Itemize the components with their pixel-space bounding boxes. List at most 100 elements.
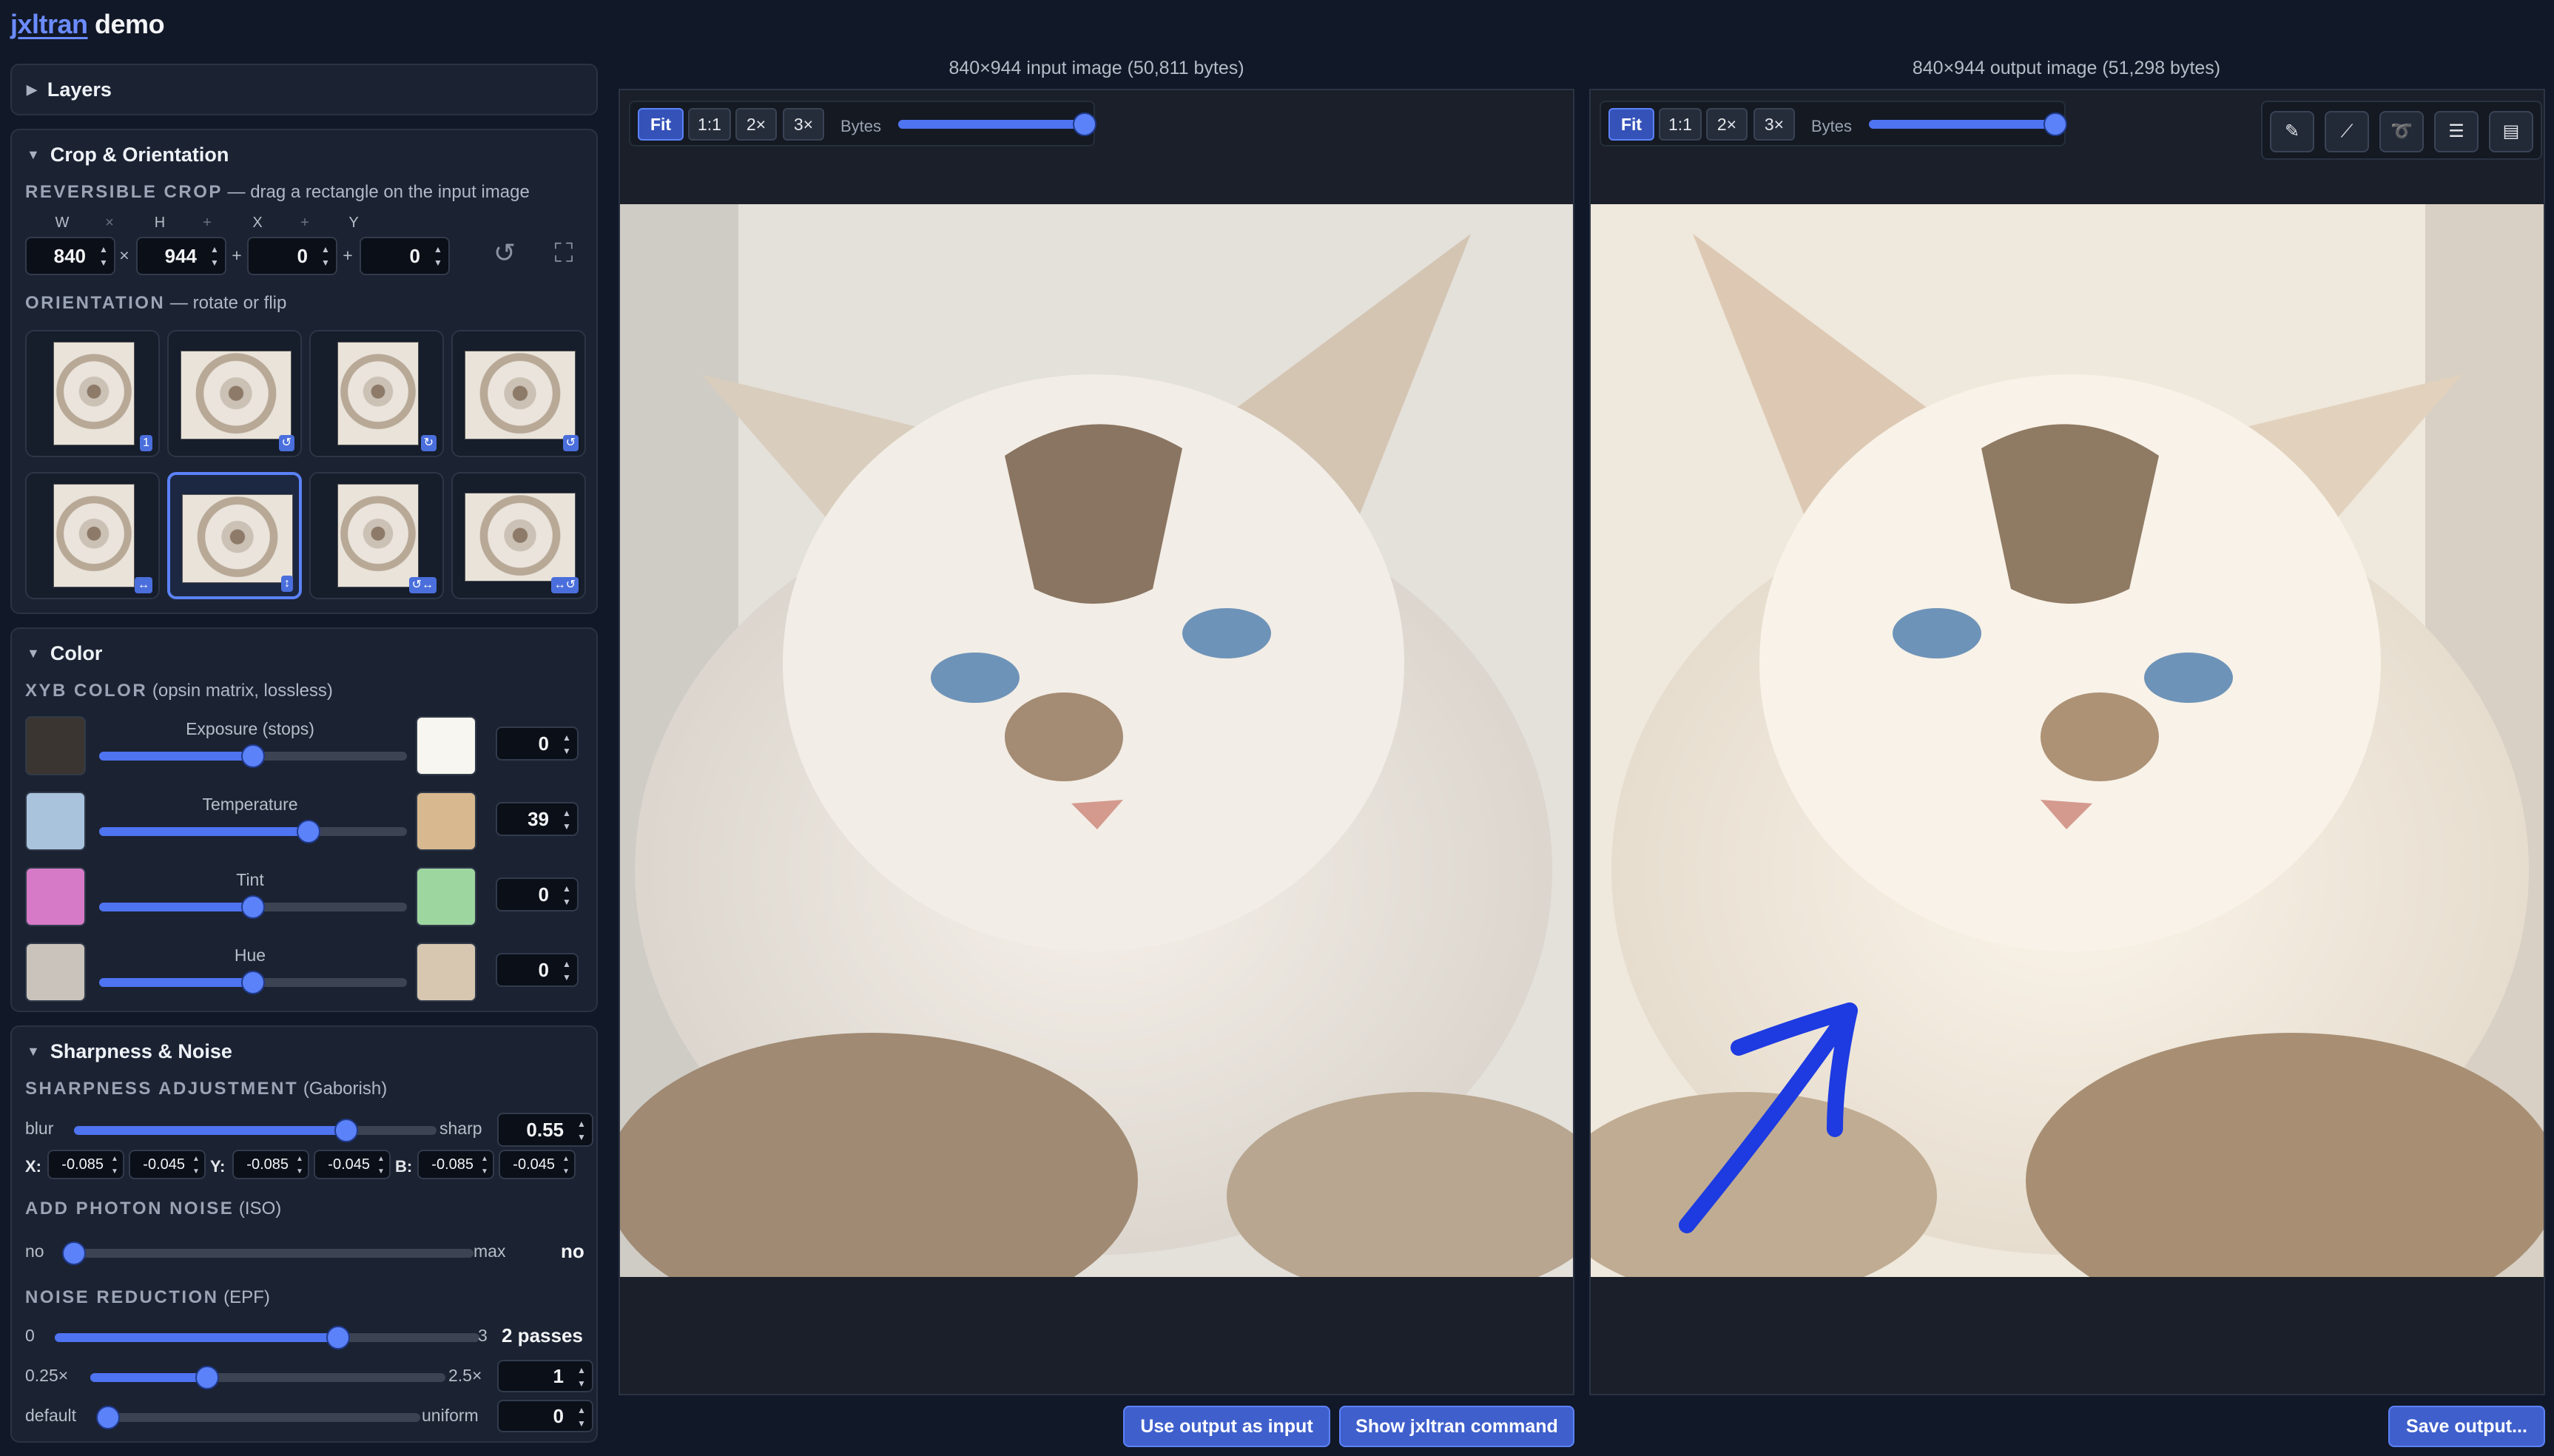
stepper-icon[interactable]: ▲ ▼ bbox=[190, 1153, 202, 1178]
output-image[interactable] bbox=[1591, 204, 2544, 1277]
width-label: W bbox=[55, 215, 70, 231]
channel-weight-value: -0.045 bbox=[143, 1156, 185, 1173]
input-zoom-3x-button[interactable]: 3× bbox=[783, 108, 824, 141]
channel-weight-input[interactable]: -0.085 ▲ ▼ bbox=[47, 1150, 124, 1179]
color-value-input[interactable]: 0 ▲ ▼ bbox=[496, 953, 579, 987]
full-frame-icon[interactable]: ⛶ bbox=[543, 232, 584, 274]
slider-knob[interactable] bbox=[2043, 112, 2067, 136]
lasso-icon[interactable]: ➰ bbox=[2379, 111, 2424, 152]
noise-min-label: no bbox=[25, 1241, 44, 1261]
epf-multiplier-input[interactable]: 1 ▲ ▼ bbox=[497, 1360, 593, 1392]
jxltran-link[interactable]: jxltran bbox=[10, 9, 88, 39]
stepper-icon[interactable]: ▲ ▼ bbox=[432, 243, 444, 269]
crop-height-input[interactable]: 944 ▲ ▼ bbox=[136, 237, 226, 275]
slider-knob[interactable] bbox=[241, 895, 265, 919]
slider-fill bbox=[1869, 120, 2055, 129]
stepper-icon[interactable]: ▲ ▼ bbox=[561, 731, 573, 758]
input-image[interactable] bbox=[620, 204, 1573, 1277]
output-zoom-fit-button[interactable]: Fit bbox=[1608, 108, 1654, 141]
reset-crop-icon[interactable]: ↺ bbox=[484, 232, 525, 274]
crop-panel-header[interactable]: ▼ Crop & Orientation bbox=[27, 144, 229, 166]
color-panel-header[interactable]: ▼ Color bbox=[27, 642, 102, 665]
orientation-option[interactable]: ↺ bbox=[167, 330, 302, 457]
color-slider[interactable] bbox=[99, 895, 407, 919]
orientation-option[interactable]: ↻ bbox=[309, 330, 444, 457]
xyb-heading-text: XYB COLOR bbox=[25, 681, 148, 701]
output-zoom-toolbar: Fit 1:1 2× 3× Bytes bbox=[1600, 101, 2067, 146]
epf-passes-slider[interactable] bbox=[55, 1326, 479, 1349]
stepper-icon[interactable]: ▲ ▼ bbox=[576, 1364, 587, 1390]
use-output-as-input-button[interactable]: Use output as input bbox=[1123, 1406, 1330, 1447]
photon-noise-slider[interactable] bbox=[62, 1241, 474, 1265]
slider-knob[interactable] bbox=[62, 1241, 86, 1265]
save-output-button[interactable]: Save output... bbox=[2388, 1406, 2545, 1447]
stepper-icon[interactable]: ▲ ▼ bbox=[561, 957, 573, 984]
orientation-option[interactable]: ↺↔ bbox=[309, 472, 444, 599]
color-value-input[interactable]: 0 ▲ ▼ bbox=[496, 877, 579, 911]
sharpness-panel-header[interactable]: ▼ Sharpness & Noise bbox=[27, 1040, 232, 1063]
stepper-icon[interactable]: ▲ ▼ bbox=[576, 1117, 587, 1144]
document-icon[interactable]: ▤ bbox=[2489, 111, 2533, 152]
layers-panel[interactable]: ▶ Layers bbox=[10, 64, 598, 115]
output-zoom-2x-button[interactable]: 2× bbox=[1706, 108, 1748, 141]
crop-width-input[interactable]: 840 ▲ ▼ bbox=[25, 237, 115, 275]
crop-x-input[interactable]: 0 ▲ ▼ bbox=[247, 237, 337, 275]
stepper-icon[interactable]: ▲ ▼ bbox=[561, 806, 573, 833]
channel-weight-input[interactable]: -0.085 ▲ ▼ bbox=[232, 1150, 309, 1179]
input-bytes-slider[interactable] bbox=[898, 112, 1096, 136]
color-slider[interactable] bbox=[99, 820, 407, 843]
stepper-icon[interactable]: ▲ ▼ bbox=[294, 1153, 306, 1178]
channel-weight-input[interactable]: -0.045 ▲ ▼ bbox=[314, 1150, 391, 1179]
layers-panel-header[interactable]: ▶ Layers bbox=[27, 78, 112, 101]
line-tool-icon[interactable]: ⟋ bbox=[2325, 111, 2369, 152]
sharpness-heading-text: SHARPNESS ADJUSTMENT bbox=[25, 1079, 299, 1099]
channel-weight-input[interactable]: -0.045 ▲ ▼ bbox=[499, 1150, 576, 1179]
epf-multiplier-slider[interactable] bbox=[90, 1366, 445, 1389]
output-bytes-slider[interactable] bbox=[1869, 112, 2067, 136]
color-value-input[interactable]: 39 ▲ ▼ bbox=[496, 802, 579, 836]
epf-mode-input[interactable]: 0 ▲ ▼ bbox=[497, 1400, 593, 1432]
stepper-icon[interactable]: ▲ ▼ bbox=[561, 882, 573, 909]
color-slider[interactable] bbox=[99, 744, 407, 768]
orientation-option[interactable]: ↔ bbox=[25, 472, 160, 599]
orientation-option[interactable]: ↔↺ bbox=[451, 472, 586, 599]
color-value-input[interactable]: 0 ▲ ▼ bbox=[496, 727, 579, 761]
orientation-option[interactable]: ↕ bbox=[167, 472, 302, 599]
menu-icon[interactable]: ☰ bbox=[2434, 111, 2479, 152]
stepper-icon[interactable]: ▲ ▼ bbox=[576, 1403, 587, 1430]
sharp-label: sharp bbox=[439, 1119, 482, 1138]
stepper-icon[interactable]: ▲ ▼ bbox=[98, 243, 109, 269]
channel-weight-input[interactable]: -0.045 ▲ ▼ bbox=[129, 1150, 206, 1179]
channel-weight-input[interactable]: -0.085 ▲ ▼ bbox=[417, 1150, 494, 1179]
output-zoom-1to1-button[interactable]: 1:1 bbox=[1659, 108, 1702, 141]
color-value: 39 bbox=[528, 808, 549, 830]
input-zoom-2x-button[interactable]: 2× bbox=[735, 108, 777, 141]
orientation-option[interactable]: ↺ bbox=[451, 330, 586, 457]
sharpness-value-input[interactable]: 0.55 ▲ ▼ bbox=[497, 1113, 593, 1147]
color-slider[interactable] bbox=[99, 971, 407, 994]
orientation-option[interactable]: 1 bbox=[25, 330, 160, 457]
stepper-icon[interactable]: ▲ ▼ bbox=[209, 243, 220, 269]
slider-knob[interactable] bbox=[241, 744, 265, 768]
plus-sign-label: + bbox=[300, 215, 309, 231]
input-zoom-fit-button[interactable]: Fit bbox=[638, 108, 684, 141]
stepper-icon[interactable]: ▲ ▼ bbox=[109, 1153, 121, 1178]
epf-mode-slider[interactable] bbox=[96, 1406, 420, 1429]
slider-knob[interactable] bbox=[1073, 112, 1096, 136]
slider-knob[interactable] bbox=[96, 1406, 120, 1429]
slider-knob[interactable] bbox=[241, 971, 265, 994]
output-zoom-3x-button[interactable]: 3× bbox=[1753, 108, 1795, 141]
show-jxltran-command-button[interactable]: Show jxltran command bbox=[1339, 1406, 1574, 1447]
stepper-icon[interactable]: ▲ ▼ bbox=[479, 1153, 491, 1178]
stepper-icon[interactable]: ▲ ▼ bbox=[560, 1153, 572, 1178]
pencil-icon[interactable]: ✎ bbox=[2270, 111, 2314, 152]
slider-knob[interactable] bbox=[326, 1326, 350, 1349]
slider-knob[interactable] bbox=[195, 1366, 220, 1389]
stepper-icon[interactable]: ▲ ▼ bbox=[320, 243, 331, 269]
slider-knob[interactable] bbox=[334, 1119, 358, 1142]
stepper-icon[interactable]: ▲ ▼ bbox=[375, 1153, 387, 1178]
slider-knob[interactable] bbox=[296, 820, 320, 843]
crop-y-input[interactable]: 0 ▲ ▼ bbox=[360, 237, 450, 275]
sharpness-slider[interactable] bbox=[74, 1119, 437, 1142]
input-zoom-1to1-button[interactable]: 1:1 bbox=[688, 108, 731, 141]
